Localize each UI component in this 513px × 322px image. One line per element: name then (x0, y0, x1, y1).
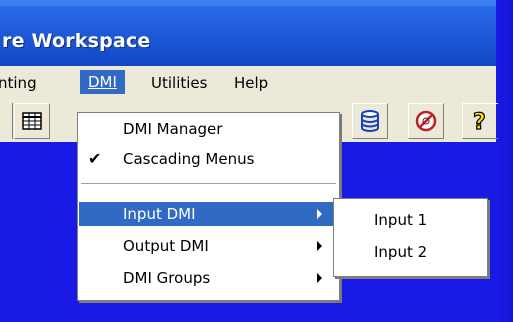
menu-item-utilities-label: Utilities (151, 74, 208, 92)
window-right-edge (496, 0, 513, 322)
menu-option-cascading-menus[interactable]: ✔ Cascading Menus (79, 147, 338, 171)
menu-item-accounting[interactable]: nting (0, 74, 37, 92)
menu-option-label: Input DMI (123, 205, 196, 223)
input-dmi-submenu: Input 1 Input 2 (333, 198, 488, 277)
submenu-arrow-icon (317, 241, 322, 251)
menu-option-dmi-groups[interactable]: DMI Groups (79, 266, 338, 290)
database-button[interactable] (352, 103, 388, 139)
window-title: re Workspace (2, 30, 151, 52)
menu-item-dmi-label: DMI (88, 73, 117, 91)
dmi-dropdown-menu: DMI Manager ✔ Cascading Menus Input DMI … (77, 112, 340, 301)
menu-option-dmi-manager[interactable]: DMI Manager (79, 117, 338, 141)
menu-item-dmi[interactable]: DMI (80, 70, 125, 94)
no-entry-icon (415, 110, 437, 132)
table-grid-button[interactable] (14, 103, 50, 139)
table-grid-icon (22, 112, 42, 130)
submenu-option-input-2[interactable]: Input 2 (374, 240, 427, 264)
menu-separator (81, 183, 336, 185)
no-entry-button[interactable] (408, 103, 444, 139)
menu-item-help[interactable]: Help (234, 74, 268, 92)
menu-option-output-dmi[interactable]: Output DMI (79, 234, 338, 258)
menu-option-label: Output DMI (123, 237, 209, 255)
menu-option-label: DMI Groups (123, 269, 211, 287)
database-icon (361, 110, 379, 132)
menu-option-label: DMI Manager (123, 120, 223, 138)
menu-option-input-dmi[interactable]: Input DMI (79, 202, 338, 226)
toolbar-edge (0, 103, 13, 139)
checkmark-icon: ✔ (88, 149, 102, 168)
menu-bar: nting DMI Utilities Help (0, 66, 496, 100)
menu-item-help-label: Help (234, 74, 269, 92)
svg-text:?: ? (473, 110, 486, 133)
help-question-icon: ? (472, 109, 486, 133)
title-bar[interactable]: re Workspace (0, 0, 496, 66)
menu-option-label: Cascading Menus (123, 150, 255, 168)
submenu-arrow-icon (317, 209, 322, 219)
help-button[interactable]: ? (462, 103, 498, 139)
menu-item-utilities[interactable]: Utilities (151, 74, 207, 92)
submenu-arrow-icon (317, 273, 322, 283)
submenu-option-input-1[interactable]: Input 1 (374, 208, 427, 232)
